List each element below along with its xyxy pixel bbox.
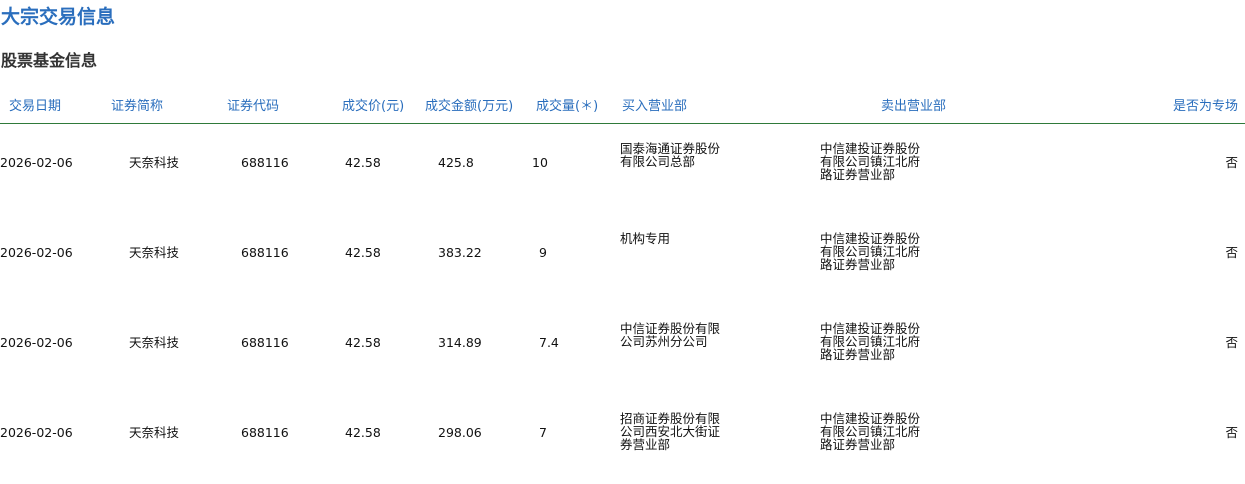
column-header-code[interactable]: 证券代码 [227, 99, 279, 115]
cell-special-session: 否 [1225, 155, 1238, 170]
cell-amount: 314.89 [438, 335, 482, 350]
cell-price: 42.58 [345, 245, 381, 260]
cell-trade-date: 2026-02-06 [0, 425, 73, 440]
cell-volume: 7.4 [539, 335, 559, 350]
cell-seller-branch-line: 路证券营业部 [820, 167, 896, 182]
cell-seller-branch-line: 路证券营业部 [820, 347, 896, 362]
cell-buyer-branch[interactable]: 中信证券股份有限 公司苏州分公司 [620, 322, 730, 348]
cell-seller-branch-line: 路证券营业部 [820, 437, 896, 452]
column-header-special[interactable]: 是否为专场 [1173, 99, 1238, 115]
cell-security-code: 688116 [241, 425, 289, 440]
cell-seller-branch-line: 路证券营业部 [820, 257, 896, 272]
cell-volume: 9 [539, 245, 547, 260]
cell-amount: 425.8 [438, 155, 474, 170]
cell-security-name: 天奈科技 [129, 245, 180, 260]
cell-price: 42.58 [345, 335, 381, 350]
cell-seller-branch[interactable]: 中信建投证券股份 有限公司镇江北府 路证券营业部 [820, 232, 930, 271]
cell-amount: 298.06 [438, 425, 482, 440]
column-header-date[interactable]: 交易日期 [9, 99, 61, 115]
table-row: 2026-02-06 天奈科技 688116 42.58 298.06 7 招商证券股份有限… [0, 388, 1245, 478]
table-row: 2026-02-06 天奈科技 688116 42.58 314.89 7.4 中信证券股份… [0, 298, 1245, 388]
cell-security-code: 688116 [241, 335, 289, 350]
column-header-amount[interactable]: 成交金额(万元) [425, 99, 513, 115]
cell-trade-date: 2026-02-06 [0, 245, 73, 260]
column-header-price[interactable]: 成交价(元) [342, 99, 404, 115]
cell-seller-branch[interactable]: 中信建投证券股份 有限公司镇江北府 路证券营业部 [820, 322, 930, 361]
cell-security-name: 天奈科技 [129, 335, 180, 350]
cell-buyer-branch-line: 公司苏州分公司 [620, 334, 708, 349]
cell-trade-date: 2026-02-06 [0, 155, 73, 170]
section-title: 股票基金信息 [1, 51, 98, 70]
column-header-seller[interactable]: 卖出营业部 [881, 99, 946, 115]
cell-buyer-branch-line: 有限公司总部 [620, 154, 696, 169]
cell-amount: 383.22 [438, 245, 482, 260]
table-row: 2026-02-06 天奈科技 688116 42.58 425.8 10 国泰海通证券股份… [0, 118, 1245, 208]
column-header-buyer[interactable]: 买入营业部 [622, 99, 687, 115]
column-header-volume[interactable]: 成交量(＊) [536, 99, 598, 115]
cell-seller-branch[interactable]: 中信建投证券股份 有限公司镇江北府 路证券营业部 [820, 412, 930, 451]
cell-price: 42.58 [345, 425, 381, 440]
table-row: 2026-02-06 天奈科技 688116 42.58 383.22 9 机构专用 中信建投… [0, 208, 1245, 298]
cell-special-session: 否 [1225, 245, 1238, 260]
column-header-name[interactable]: 证券简称 [111, 99, 163, 115]
cell-special-session: 否 [1225, 425, 1238, 440]
block-trade-page: 大宗交易信息 股票基金信息 交易日期 证券简称 证券代码 成交价(元) 成交金额… [0, 0, 1245, 484]
cell-special-session: 否 [1225, 335, 1238, 350]
cell-buyer-branch-line: 机构专用 [620, 231, 671, 246]
cell-volume: 10 [532, 155, 548, 170]
cell-buyer-branch-line: 券营业部 [620, 437, 671, 452]
cell-price: 42.58 [345, 155, 381, 170]
cell-buyer-branch[interactable]: 国泰海通证券股份 有限公司总部 [620, 142, 730, 168]
cell-volume: 7 [539, 425, 547, 440]
cell-security-name: 天奈科技 [129, 155, 180, 170]
page-title: 大宗交易信息 [1, 6, 116, 28]
cell-seller-branch[interactable]: 中信建投证券股份 有限公司镇江北府 路证券营业部 [820, 142, 930, 181]
cell-security-name: 天奈科技 [129, 425, 180, 440]
cell-security-code: 688116 [241, 155, 289, 170]
cell-trade-date: 2026-02-06 [0, 335, 73, 350]
cell-buyer-branch[interactable]: 招商证券股份有限 公司西安北大街证 券营业部 [620, 412, 730, 451]
cell-buyer-branch[interactable]: 机构专用 [620, 232, 730, 245]
cell-security-code: 688116 [241, 245, 289, 260]
